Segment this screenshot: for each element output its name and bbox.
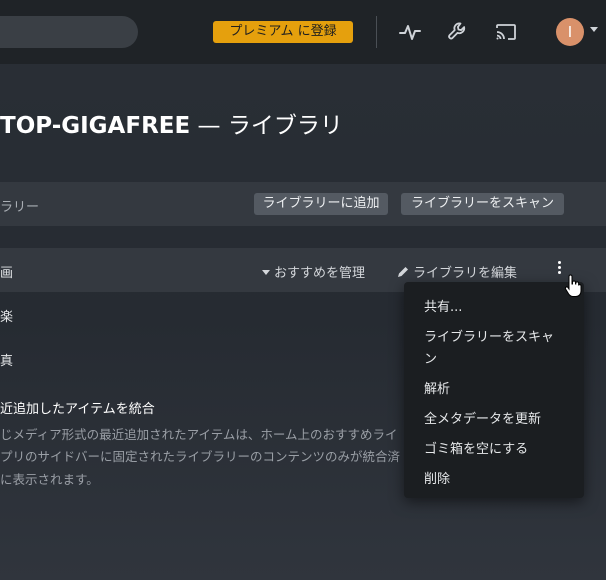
menu-item-refresh-metadata[interactable]: 全メタデータを更新 — [424, 408, 541, 427]
menu-item-analyze[interactable]: 解析 — [424, 378, 450, 397]
page-title-suffix: — ライブラリ — [190, 113, 343, 139]
library-section-label: ラリー — [0, 200, 40, 215]
merge-recent-desc-line-3: に表示されます。 — [0, 472, 99, 487]
edit-library-button[interactable]: ライブラリを編集 — [396, 262, 517, 281]
scan-library-button[interactable]: ライブラリーをスキャン — [401, 193, 564, 215]
cast-icon[interactable] — [494, 20, 518, 44]
top-bar: プレミアム に登録 I — [0, 0, 606, 64]
menu-item-share[interactable]: 共有... — [424, 296, 462, 315]
menu-item-delete[interactable]: 削除 — [424, 468, 450, 487]
manage-recommendations-button[interactable]: おすすめを管理 — [262, 262, 365, 281]
wrench-icon[interactable] — [446, 20, 470, 44]
header-divider — [376, 16, 377, 48]
pencil-icon — [398, 267, 408, 277]
menu-item-scan-library[interactable]: ライブラリーをスキャ — [424, 326, 554, 345]
library-toolbar: ラリー ライブラリーに追加 ライブラリーをスキャン — [0, 182, 606, 226]
library-item-music[interactable]: 楽 — [0, 306, 13, 325]
menu-item-scan-library-wrap[interactable]: ン — [424, 348, 437, 367]
more-options-icon[interactable] — [556, 261, 562, 277]
server-name: TOP-GIGAFREE — [0, 113, 191, 139]
page-title: TOP-GIGAFREE — ライブラリ — [0, 106, 343, 140]
user-avatar[interactable]: I — [556, 18, 584, 46]
chevron-down-icon[interactable] — [590, 27, 598, 32]
merge-recent-desc-line-2: プリのサイドバーに固定されたライブラリーのコンテンツのみが統合済 — [0, 449, 401, 464]
caret-down-icon — [262, 270, 270, 275]
manage-recommendations-label: おすすめを管理 — [274, 266, 366, 281]
menu-item-empty-trash[interactable]: ゴミ箱を空にする — [424, 438, 528, 457]
library-context-menu: 共有... ライブラリーをスキャ ン 解析 全メタデータを更新 ゴミ箱を空にする… — [404, 282, 584, 498]
merge-recent-title: 近追加したアイテムを統合 — [0, 402, 155, 417]
library-name: 画 — [0, 266, 14, 281]
premium-subscribe-button[interactable]: プレミアム に登録 — [213, 21, 353, 43]
hand-cursor-icon — [564, 274, 582, 297]
edit-library-label: ライブラリを編集 — [413, 266, 518, 281]
add-library-button[interactable]: ライブラリーに追加 — [254, 193, 388, 215]
merge-recent-desc-line-1: じメディア形式の最近追加されたアイテムは、ホーム上のおすすめライ — [0, 427, 398, 442]
library-item-photos[interactable]: 真 — [0, 350, 13, 369]
search-input[interactable] — [0, 16, 138, 48]
activity-icon[interactable] — [398, 20, 422, 44]
